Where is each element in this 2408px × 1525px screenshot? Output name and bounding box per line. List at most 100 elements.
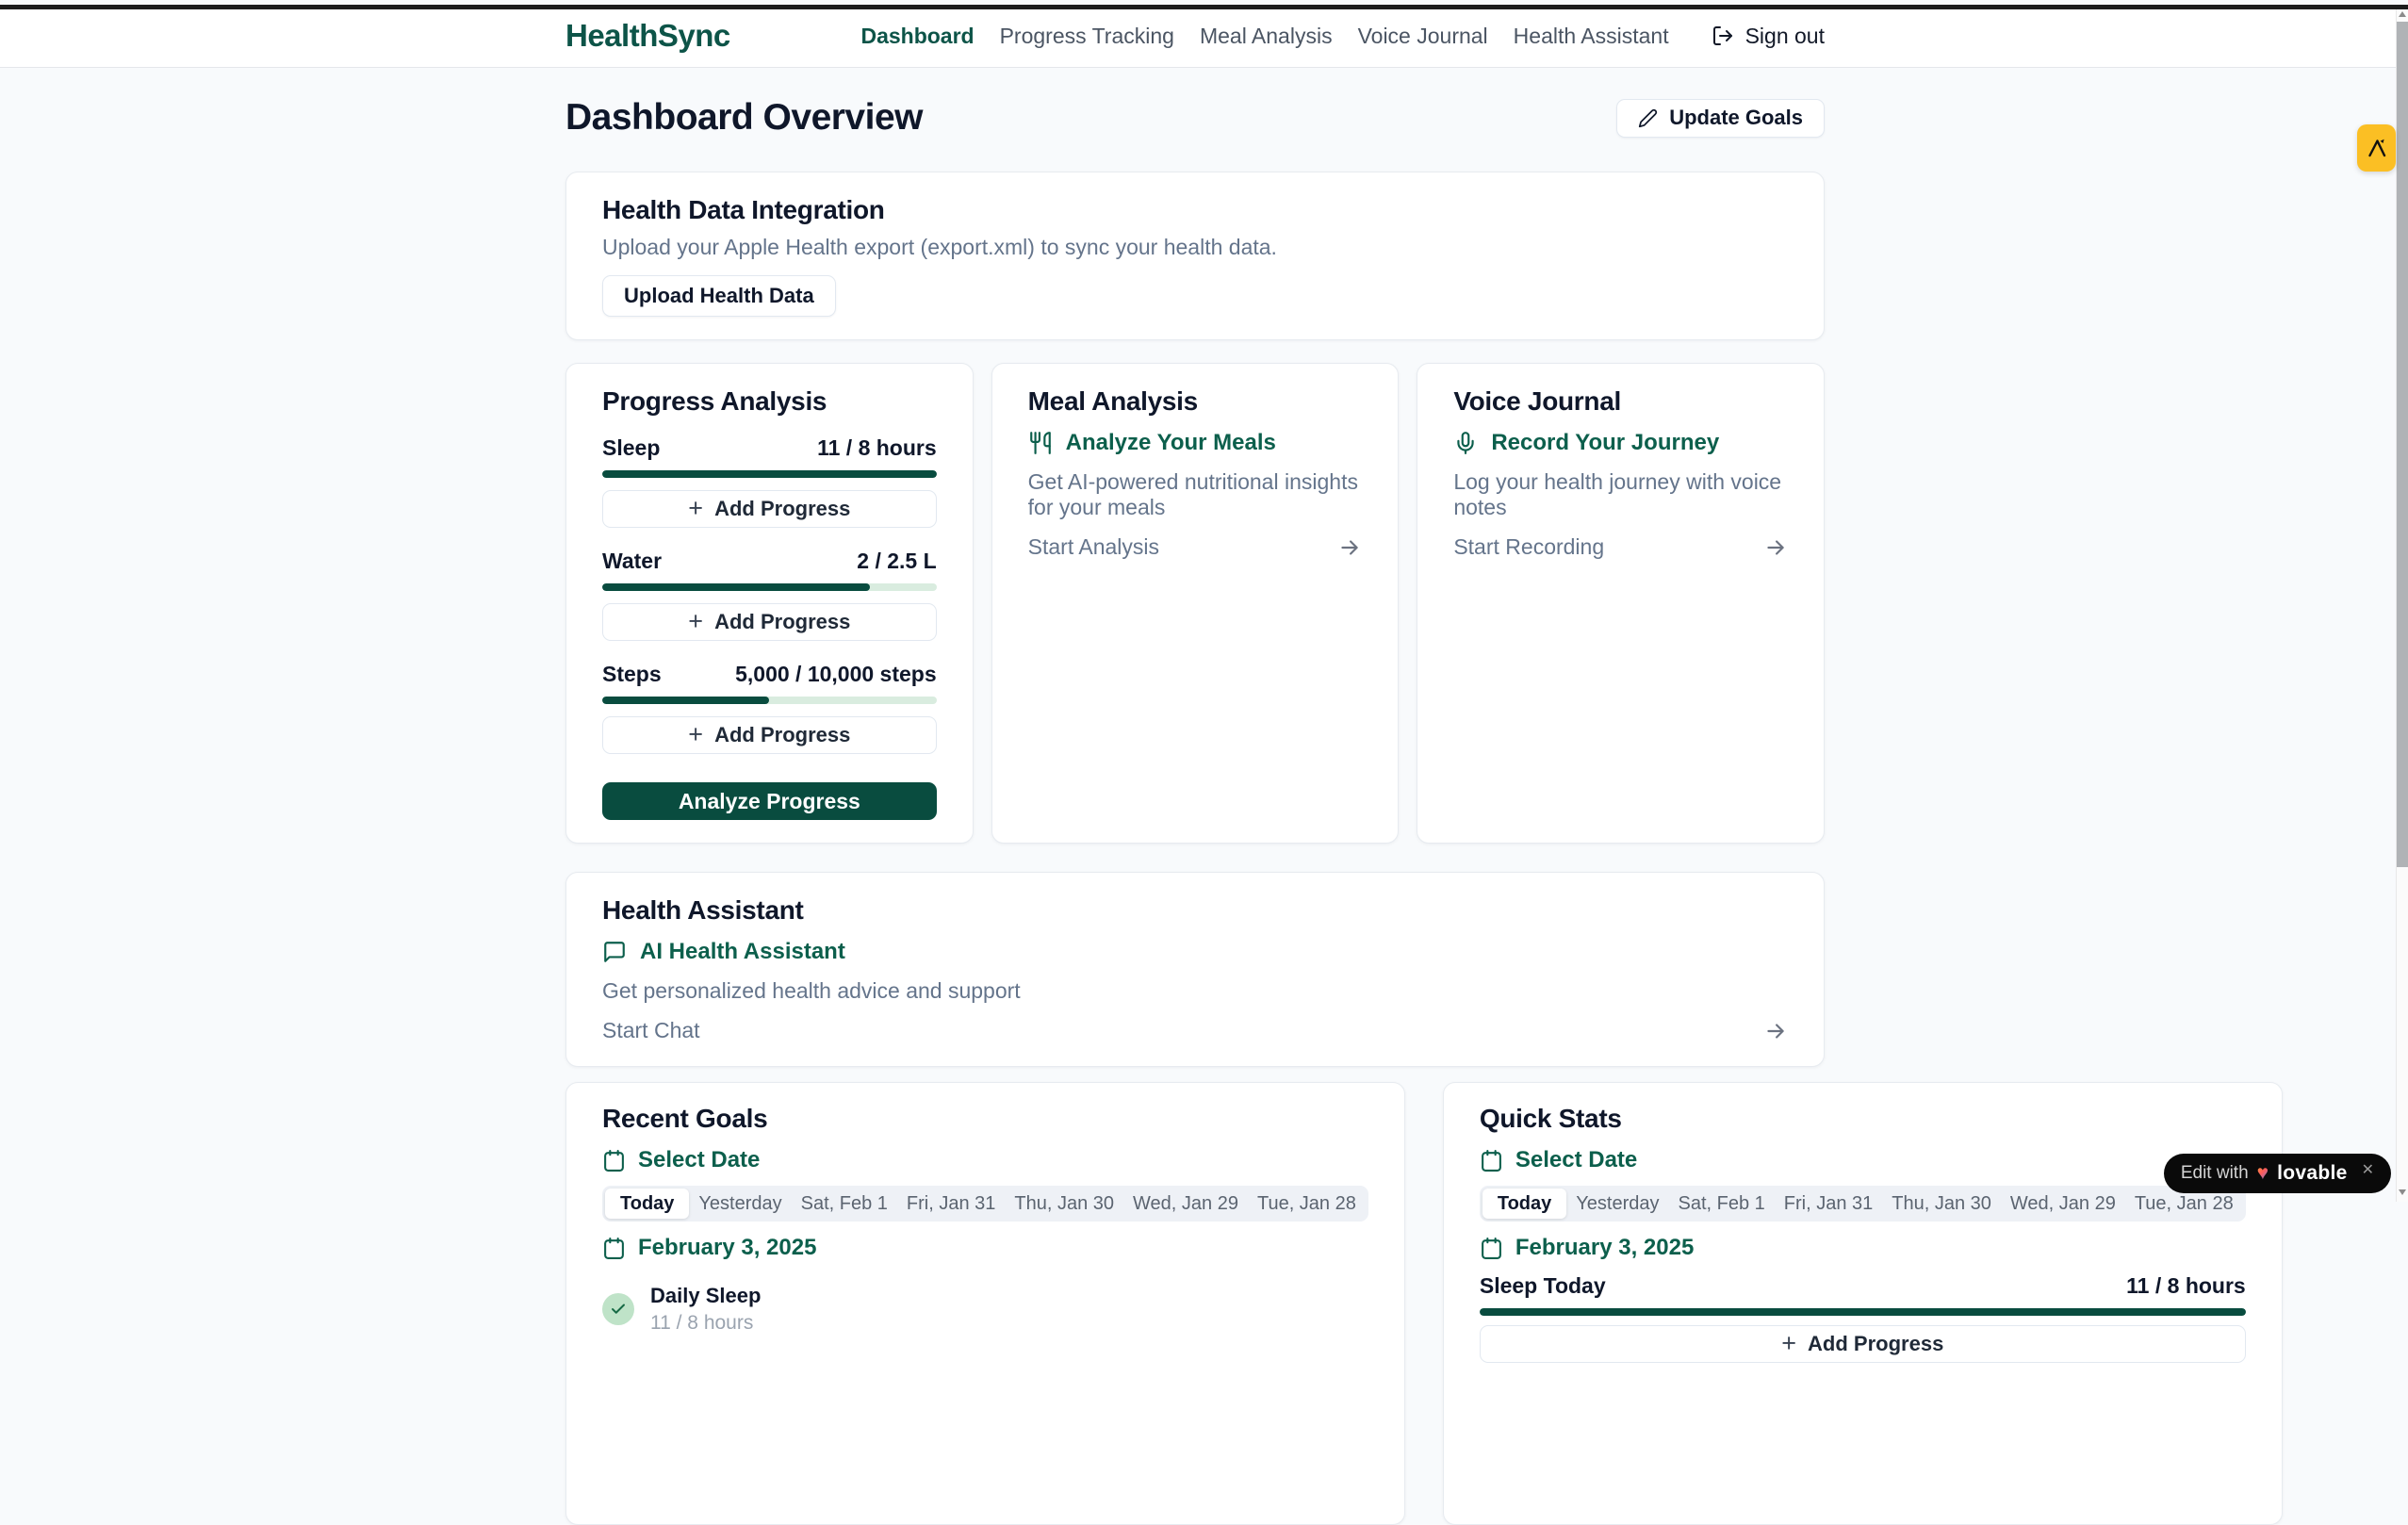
analyze-progress-button[interactable]: Analyze Progress <box>602 782 937 820</box>
analyze-your-meals-link[interactable]: Analyze Your Meals <box>1028 430 1363 456</box>
voice-journal-card: Voice Journal Record Your Journey Log yo… <box>1417 363 1825 844</box>
quick-stats-card: Quick Stats Select Date Today Yesterday … <box>1443 1082 2283 1525</box>
nav-item-meal-analysis[interactable]: Meal Analysis <box>1200 24 1333 49</box>
stats-tab-thu-jan-30[interactable]: Thu, Jan 30 <box>1882 1189 2001 1219</box>
stats-tab-fri-jan-31[interactable]: Fri, Jan 31 <box>1775 1189 1882 1219</box>
start-chat-row[interactable]: Start Chat <box>602 1018 1788 1043</box>
sleep-today-progress-bar <box>1480 1308 2246 1316</box>
goals-tab-sat-feb-1[interactable]: Sat, Feb 1 <box>792 1189 897 1219</box>
check-circle-icon <box>602 1293 634 1325</box>
chat-bubble-icon <box>602 940 627 964</box>
goals-tab-yesterday[interactable]: Yesterday <box>689 1189 791 1219</box>
sleep-label: Sleep <box>602 435 660 461</box>
scrollbar-up-arrow[interactable] <box>2399 11 2406 17</box>
logout-icon <box>1712 25 1734 47</box>
plus-icon: + <box>1781 1331 1796 1356</box>
calendar-icon <box>1480 1237 1503 1260</box>
ai-health-assistant-link[interactable]: AI Health Assistant <box>602 939 1788 965</box>
stats-tab-sat-feb-1[interactable]: Sat, Feb 1 <box>1669 1189 1775 1219</box>
start-recording-row[interactable]: Start Recording <box>1453 534 1788 560</box>
stats-tab-today[interactable]: Today <box>1482 1189 1566 1219</box>
add-steps-progress-button[interactable]: +Add Progress <box>602 716 937 754</box>
sleep-today-value: 11 / 8 hours <box>2126 1273 2246 1299</box>
health-assistant-description: Get personalized health advice and suppo… <box>602 978 1788 1004</box>
health-assistant-title: Health Assistant <box>602 895 1788 926</box>
edit-with-lovable-badge[interactable]: Edit with ♥ lovable ✕ <box>2164 1154 2391 1193</box>
steps-value: 5,000 / 10,000 steps <box>735 662 937 687</box>
steps-label: Steps <box>602 662 662 687</box>
goals-select-date-button[interactable]: Select Date <box>602 1147 1368 1173</box>
goal-item-daily-sleep: Daily Sleep 11 / 8 hours <box>602 1284 1368 1335</box>
steps-progress-bar <box>602 697 937 704</box>
goals-tab-fri-jan-31[interactable]: Fri, Jan 31 <box>897 1189 1005 1219</box>
progress-analysis-title: Progress Analysis <box>602 386 937 417</box>
plus-icon: + <box>688 609 703 634</box>
meal-analysis-description: Get AI-powered nutritional insights for … <box>1028 469 1363 520</box>
health-assistant-card: Health Assistant AI Health Assistant Get… <box>565 872 1825 1067</box>
sleep-today-label: Sleep Today <box>1480 1273 1606 1299</box>
progress-analysis-card: Progress Analysis Sleep 11 / 8 hours +Ad… <box>565 363 974 844</box>
goals-date-tabs: Today Yesterday Sat, Feb 1 Fri, Jan 31 T… <box>602 1186 1368 1222</box>
sleep-metric: Sleep 11 / 8 hours +Add Progress <box>602 435 937 528</box>
arrow-right-icon <box>1337 535 1362 560</box>
add-sleep-progress-button[interactable]: +Add Progress <box>602 490 937 528</box>
page-scrollbar[interactable] <box>2396 5 2408 1202</box>
scrollbar-down-arrow[interactable] <box>2399 1189 2406 1195</box>
meal-analysis-title: Meal Analysis <box>1028 386 1363 417</box>
navbar: HealthSync Dashboard Progress Tracking M… <box>0 5 2408 68</box>
lambda-logo-icon <box>2366 137 2388 159</box>
nav-item-progress-tracking[interactable]: Progress Tracking <box>1000 24 1174 49</box>
close-icon[interactable]: ✕ <box>2362 1160 2374 1179</box>
meal-analysis-card: Meal Analysis Analyze Your Meals Get AI-… <box>991 363 1400 844</box>
plus-icon: + <box>688 722 703 747</box>
goals-tab-thu-jan-30[interactable]: Thu, Jan 30 <box>1005 1189 1123 1219</box>
arrow-right-icon <box>1763 535 1788 560</box>
edit-with-label: Edit with <box>2181 1163 2249 1184</box>
goals-current-date: February 3, 2025 <box>602 1235 1368 1261</box>
scrollbar-thumb[interactable] <box>2397 22 2408 867</box>
health-data-title: Health Data Integration <box>602 195 1788 225</box>
plus-icon: + <box>688 496 703 521</box>
stats-tab-wed-jan-29[interactable]: Wed, Jan 29 <box>2001 1189 2125 1219</box>
arrow-right-icon <box>1763 1019 1788 1043</box>
health-data-integration-card: Health Data Integration Upload your Appl… <box>565 172 1825 340</box>
page-title: Dashboard Overview <box>565 97 923 139</box>
record-your-journey-link[interactable]: Record Your Journey <box>1453 430 1788 456</box>
add-water-progress-button[interactable]: +Add Progress <box>602 603 937 641</box>
lovable-label: lovable <box>2277 1162 2347 1185</box>
stats-date-tabs: Today Yesterday Sat, Feb 1 Fri, Jan 31 T… <box>1480 1186 2246 1222</box>
stats-tab-yesterday[interactable]: Yesterday <box>1566 1189 1668 1219</box>
sign-out-label: Sign out <box>1745 24 1825 49</box>
nav-item-dashboard[interactable]: Dashboard <box>860 24 974 49</box>
calendar-icon <box>602 1149 626 1172</box>
nav-item-voice-journal[interactable]: Voice Journal <box>1358 24 1488 49</box>
goals-tab-tue-jan-28[interactable]: Tue, Jan 28 <box>1248 1189 1366 1219</box>
goals-tab-wed-jan-29[interactable]: Wed, Jan 29 <box>1123 1189 1248 1219</box>
browser-top-strip <box>0 5 2408 9</box>
sign-out-button[interactable]: Sign out <box>1712 24 1825 49</box>
water-label: Water <box>602 549 662 574</box>
recent-goals-card: Recent Goals Select Date Today Yesterday… <box>565 1082 1405 1525</box>
voice-journal-title: Voice Journal <box>1453 386 1788 417</box>
quick-stats-title: Quick Stats <box>1480 1104 2246 1134</box>
calendar-icon <box>602 1237 626 1260</box>
stats-add-progress-button[interactable]: +Add Progress <box>1480 1325 2246 1363</box>
goal-name: Daily Sleep <box>650 1284 761 1308</box>
nav-item-health-assistant[interactable]: Health Assistant <box>1514 24 1669 49</box>
utensils-icon <box>1028 431 1053 455</box>
steps-metric: Steps 5,000 / 10,000 steps +Add Progress <box>602 662 937 754</box>
start-analysis-row[interactable]: Start Analysis <box>1028 534 1363 560</box>
amber-overlay-badge[interactable] <box>2357 124 2396 172</box>
calendar-icon <box>1480 1149 1503 1172</box>
pencil-icon <box>1638 108 1658 128</box>
update-goals-button[interactable]: Update Goals <box>1616 99 1825 138</box>
water-progress-bar <box>602 583 937 591</box>
stats-select-date-button[interactable]: Select Date <box>1480 1147 2246 1173</box>
goal-value: 11 / 8 hours <box>650 1312 761 1335</box>
microphone-icon <box>1453 431 1478 455</box>
recent-goals-title: Recent Goals <box>602 1104 1368 1134</box>
water-metric: Water 2 / 2.5 L +Add Progress <box>602 549 937 641</box>
water-value: 2 / 2.5 L <box>857 549 936 574</box>
upload-health-data-button[interactable]: Upload Health Data <box>602 275 836 317</box>
goals-tab-today[interactable]: Today <box>605 1189 689 1219</box>
